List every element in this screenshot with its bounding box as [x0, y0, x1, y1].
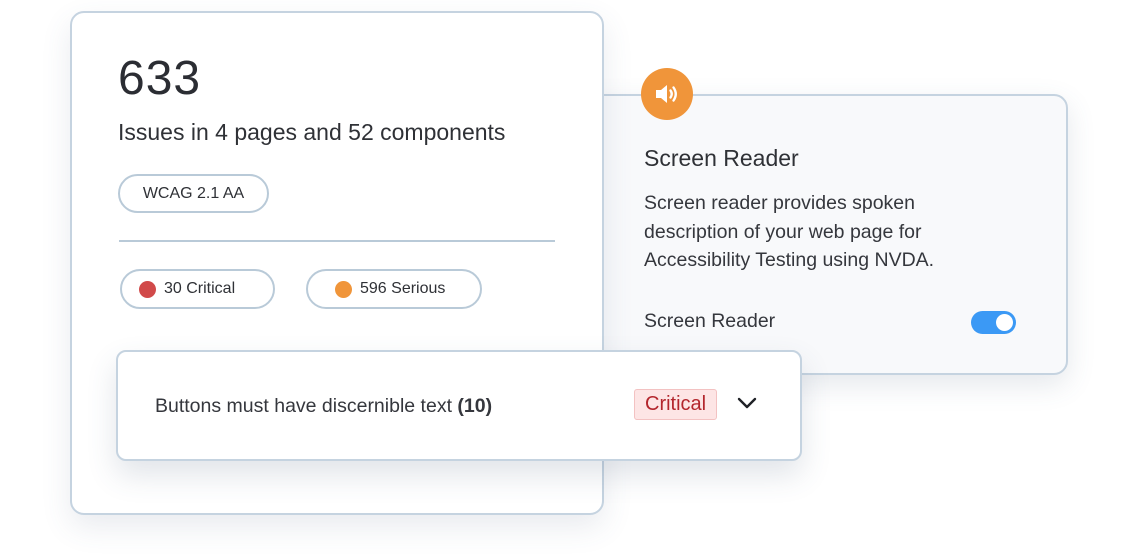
issue-row-card[interactable]: Buttons must have discernible text (10) …: [116, 350, 802, 461]
stage: Screen Reader Screen reader provides spo…: [0, 0, 1140, 560]
issue-text: Buttons must have discernible text: [155, 395, 452, 417]
divider: [119, 240, 555, 242]
issues-subtitle: Issues in 4 pages and 52 components: [118, 119, 506, 145]
issue-count: (10): [457, 395, 493, 417]
serious-count-pill[interactable]: 596 Serious: [306, 269, 482, 309]
issue-description: Buttons must have discernible text (10): [155, 395, 492, 418]
screen-reader-card: Screen Reader Screen reader provides spo…: [578, 68, 1068, 375]
screen-reader-description: Screen reader provides spoken descriptio…: [644, 192, 935, 271]
chevron-down-icon[interactable]: [736, 395, 758, 411]
serious-dot-icon: [335, 280, 352, 298]
screen-reader-title: Screen Reader: [644, 145, 799, 171]
screen-reader-toggle[interactable]: [971, 311, 1016, 334]
serious-count-label: 596 Serious: [360, 280, 446, 297]
wcag-standard-pill[interactable]: WCAG 2.1 AA: [118, 174, 269, 213]
critical-count-label: 30 Critical: [164, 280, 236, 297]
speaker-icon: [656, 85, 677, 103]
critical-count-pill[interactable]: 30 Critical: [120, 269, 275, 309]
issues-total: 633: [118, 52, 202, 105]
wcag-standard-label: WCAG 2.1 AA: [142, 184, 245, 202]
screen-reader-toggle-label: Screen Reader: [644, 310, 776, 332]
critical-dot-icon: [139, 280, 156, 298]
toggle-knob: [996, 314, 1013, 331]
severity-badge: Critical: [634, 389, 718, 420]
speaker-badge: [641, 68, 693, 120]
